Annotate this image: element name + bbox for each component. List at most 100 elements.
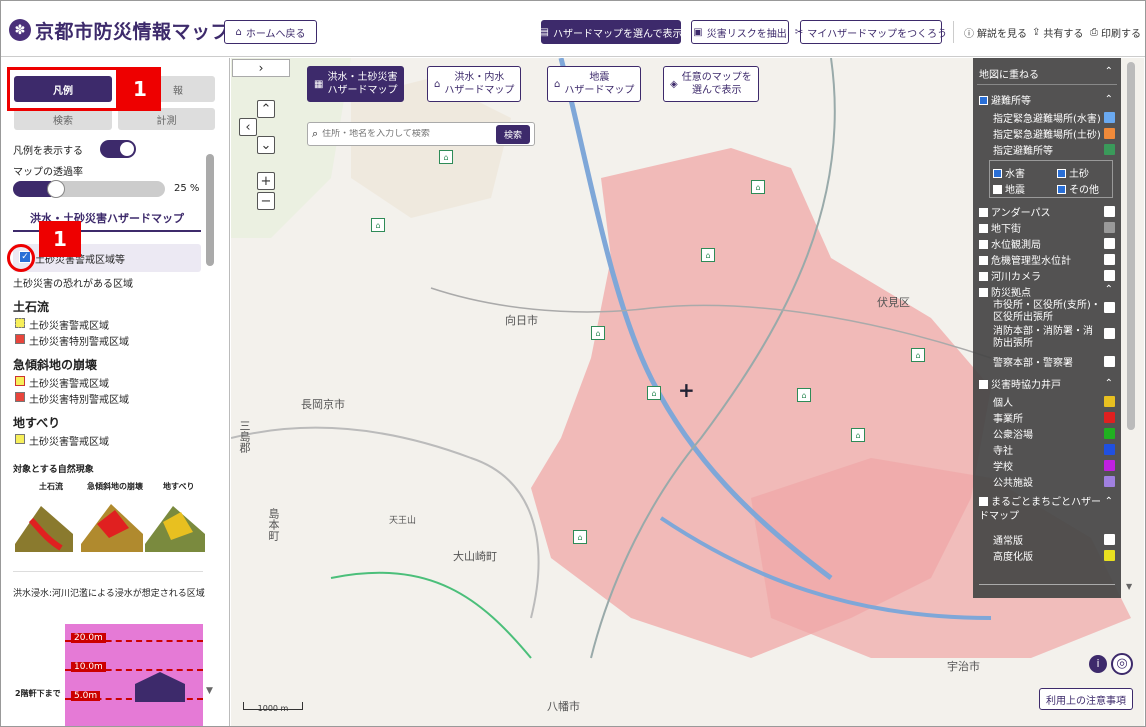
usage-notice-button[interactable]: 利用上の注意事項: [1039, 688, 1133, 710]
collapse-base-icon[interactable]: ⌃: [1105, 284, 1113, 295]
address-search-box[interactable]: ⌕ 検索: [307, 122, 535, 146]
layer-underground[interactable]: 地下街: [979, 220, 1021, 235]
shelter-icon[interactable]: ⌂: [751, 180, 765, 194]
filter-other-checkbox[interactable]: [1057, 185, 1066, 194]
info-icon[interactable]: i: [1089, 655, 1107, 673]
filter-sediment-checkbox[interactable]: [1057, 169, 1066, 178]
shelter-icon[interactable]: ⌂: [701, 248, 715, 262]
pan-left-icon[interactable]: ‹: [239, 118, 257, 136]
overlay-scroll-down-icon[interactable]: ▼: [1126, 582, 1132, 591]
shelter-icon[interactable]: ⌂: [911, 348, 925, 362]
home-button[interactable]: ⌂ ホームへ戻る: [224, 20, 317, 44]
opacity-slider-knob[interactable]: [47, 180, 65, 198]
filter-flood[interactable]: 水害: [993, 165, 1025, 180]
town-hazard-toggle[interactable]: まるごとまちごとハザードマップ: [979, 496, 1107, 524]
layer-water-level[interactable]: 水位観測局: [979, 236, 1041, 251]
shelter-icon[interactable]: ⌂: [797, 388, 811, 402]
well-school-icon: [1104, 460, 1115, 471]
zoom-out-icon[interactable]: −: [257, 192, 275, 210]
help-link[interactable]: ⓘ 解説を見る: [964, 25, 1027, 40]
evacuation-toggle[interactable]: 避難所等: [979, 92, 1031, 107]
layer-water-level-checkbox[interactable]: [979, 240, 988, 249]
map-tab-flood-inland[interactable]: ⌂ 洪水・内水 ハザードマップ: [427, 66, 522, 102]
filter-earthquake[interactable]: 地震: [993, 181, 1025, 196]
collapse-overlay-icon[interactable]: ⌃: [1105, 66, 1113, 77]
layer-river-camera-checkbox[interactable]: [979, 272, 988, 281]
legend-scrollbar[interactable]: [206, 154, 214, 266]
evac-sediment-icon: [1104, 128, 1115, 139]
opacity-slider[interactable]: [13, 181, 165, 197]
overlay-bottom-divider: [979, 584, 1115, 585]
debris-illustration-terrain: [15, 506, 73, 552]
filter-other[interactable]: その他: [1057, 181, 1099, 196]
layer-river-camera[interactable]: 河川カメラ: [979, 268, 1041, 283]
scale-bar: 1000 m: [243, 702, 303, 713]
base-city-office: 市役所・区役所(支所)・区役所出張所: [993, 300, 1101, 323]
print-link[interactable]: ⎙ 印刷する: [1090, 25, 1141, 40]
landslide-caution-swatch: [15, 434, 25, 444]
pan-down-icon[interactable]: ⌄: [257, 136, 275, 154]
overlay-title: 地図に重ねる: [979, 70, 1039, 81]
show-legend-label: 凡例を表示する: [13, 146, 83, 157]
search-icon: ⌕: [312, 127, 319, 140]
layer-underpass-checkbox[interactable]: [979, 208, 988, 217]
extract-risk-button[interactable]: ▣ 災害リスクを抽出: [691, 20, 789, 44]
tab-measure[interactable]: 計測: [118, 108, 215, 130]
opacity-slider-fill: [13, 181, 51, 197]
wells-toggle[interactable]: 災害時協力井戸: [979, 376, 1061, 391]
map-tab-custom[interactable]: ◈ 任意のマップを 選んで表示: [663, 66, 759, 102]
well-bath: 公衆浴場: [993, 430, 1033, 441]
slope-special-label: 土砂災害特別警戒区域: [29, 395, 129, 406]
disaster-base-toggle[interactable]: 防災拠点: [979, 284, 1031, 299]
shelter-icon[interactable]: ⌂: [851, 428, 865, 442]
evacuation-checkbox[interactable]: [979, 96, 988, 105]
layer-underground-checkbox[interactable]: [979, 224, 988, 233]
expand-panel-button[interactable]: ›: [232, 59, 290, 77]
zoom-in-icon[interactable]: +: [257, 172, 275, 190]
landslide-heading: 地すべり: [13, 416, 61, 430]
map-tab-flood-sediment[interactable]: ▦ 洪水・土砂災害 ハザードマップ: [307, 66, 405, 102]
base-fire-station: 消防本部・消防署・消防出張所: [993, 326, 1093, 349]
select-hazard-map-button[interactable]: ▤ ハザードマップを選んで表示: [540, 20, 682, 44]
flood-note: 洪水浸水:河川氾濫による浸水が想定される区域: [13, 589, 205, 599]
shelter-icon[interactable]: ⌂: [371, 218, 385, 232]
map-tab-2-line1: 地震: [589, 72, 610, 83]
shelter-icon[interactable]: ⌂: [573, 530, 587, 544]
wells-checkbox[interactable]: [979, 380, 988, 389]
help-link-label: 解説を見る: [977, 29, 1027, 40]
city-office-icon: [1104, 302, 1115, 313]
layer-crisis-gauge-checkbox[interactable]: [979, 256, 988, 265]
shelter-icon[interactable]: ⌂: [439, 150, 453, 164]
steep-slope-heading: 急傾斜地の崩壊: [13, 358, 98, 372]
share-link[interactable]: ⇪ 共有する: [1032, 25, 1083, 40]
slope-caution-label: 土砂災害警戒区域: [29, 379, 109, 390]
layer-crisis-gauge[interactable]: 危機管理型水位計: [979, 252, 1071, 267]
app-title[interactable]: 京都市防災情報マップ: [35, 17, 230, 44]
tab-search[interactable]: 検索: [14, 108, 112, 130]
filter-sediment[interactable]: 土砂: [1057, 165, 1089, 180]
map-tab-2-line2: ハザードマップ: [564, 85, 635, 96]
my-hazard-map-button[interactable]: ✂ マイハザードマップをつくろう: [795, 20, 947, 44]
house-flood-icon: ⌂: [434, 78, 441, 90]
address-search-input[interactable]: [322, 129, 492, 139]
shelter-icon[interactable]: ⌂: [647, 386, 661, 400]
shelter-icon[interactable]: ⌂: [591, 326, 605, 340]
label-yawata: 八幡市: [547, 700, 580, 713]
current-location-icon[interactable]: ◎: [1111, 653, 1133, 675]
layer-underpass[interactable]: アンダーパス: [979, 204, 1051, 219]
filter-earthquake-checkbox[interactable]: [993, 185, 1002, 194]
town-hazard-checkbox[interactable]: [979, 497, 988, 506]
collapse-town-icon[interactable]: ⌃: [1105, 496, 1113, 507]
address-search-button[interactable]: 検索: [495, 124, 530, 144]
map-tab-earthquake[interactable]: ⌂ 地震 ハザードマップ: [547, 66, 642, 102]
building-icon: ▦: [314, 78, 324, 90]
show-legend-toggle[interactable]: [100, 140, 136, 158]
pan-up-icon[interactable]: ⌃: [257, 100, 275, 118]
scroll-down-arrow-icon[interactable]: ▼: [206, 686, 213, 696]
map-tab-flood-sediment-label: 洪水・土砂災害 ハザードマップ: [327, 71, 397, 97]
collapse-evacuation-icon[interactable]: ⌃: [1105, 94, 1113, 105]
overlay-scrollbar[interactable]: [1127, 62, 1135, 430]
collapse-wells-icon[interactable]: ⌃: [1105, 378, 1113, 389]
disaster-base-checkbox[interactable]: [979, 288, 988, 297]
filter-flood-checkbox[interactable]: [993, 169, 1002, 178]
